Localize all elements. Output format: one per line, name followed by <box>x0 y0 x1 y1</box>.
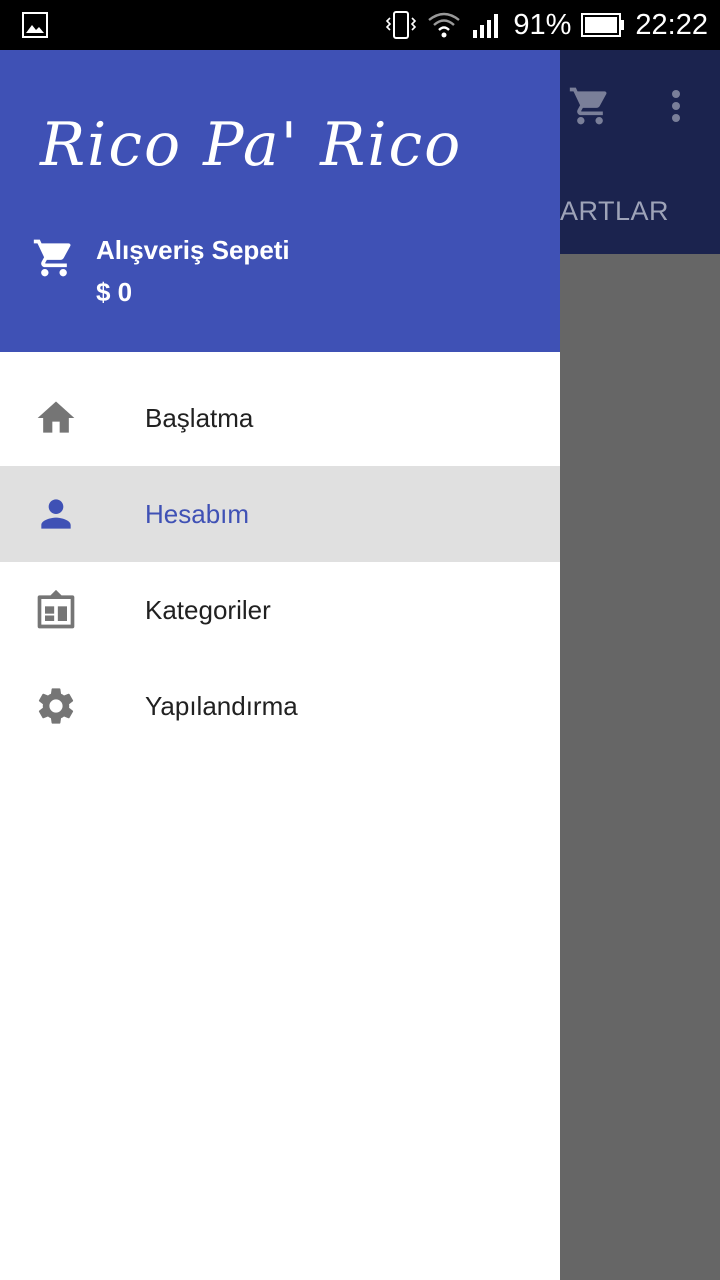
cart-icon[interactable] <box>568 84 612 133</box>
home-icon <box>34 396 78 440</box>
menu-item-label: Hesabım <box>145 498 250 529</box>
menu-item-label: Başlatma <box>145 402 254 433</box>
shopping-cart-summary[interactable]: Alışveriş Sepeti $ 0 <box>32 234 290 308</box>
drawer-menu: Başlatma Hesabım Kategoriler Yapılandırm… <box>0 352 560 754</box>
menu-item-categories[interactable]: Kategoriler <box>0 562 560 658</box>
more-options-icon[interactable] <box>668 88 684 133</box>
menu-item-home[interactable]: Başlatma <box>0 370 560 466</box>
person-icon <box>34 492 78 536</box>
cart-icon <box>32 236 76 280</box>
tab-partial[interactable]: ARTLAR <box>560 196 669 227</box>
gear-icon <box>34 684 78 728</box>
status-bar: 91% 22:22 <box>0 0 720 50</box>
wifi-icon <box>427 10 461 40</box>
categories-icon <box>34 588 78 632</box>
battery-percent: 91% <box>513 8 572 41</box>
cart-amount: $ 0 <box>96 277 133 307</box>
navigation-drawer: Rico Pa' Rico Alışveriş Sepeti $ 0 Başla… <box>0 50 560 1280</box>
battery-icon <box>581 13 625 37</box>
app-logo: Rico Pa' Rico <box>40 110 463 180</box>
cart-title: Alışveriş Sepeti <box>96 235 290 265</box>
vibrate-icon <box>385 10 417 40</box>
menu-item-label: Yapılandırma <box>145 690 298 721</box>
gallery-notification-icon <box>22 12 48 38</box>
clock: 22:22 <box>635 8 708 41</box>
drawer-header: Rico Pa' Rico Alışveriş Sepeti $ 0 <box>0 50 560 352</box>
menu-item-account[interactable]: Hesabım <box>0 466 560 562</box>
menu-item-settings[interactable]: Yapılandırma <box>0 658 560 754</box>
menu-item-label: Kategoriler <box>145 594 271 625</box>
signal-icon <box>471 10 503 40</box>
